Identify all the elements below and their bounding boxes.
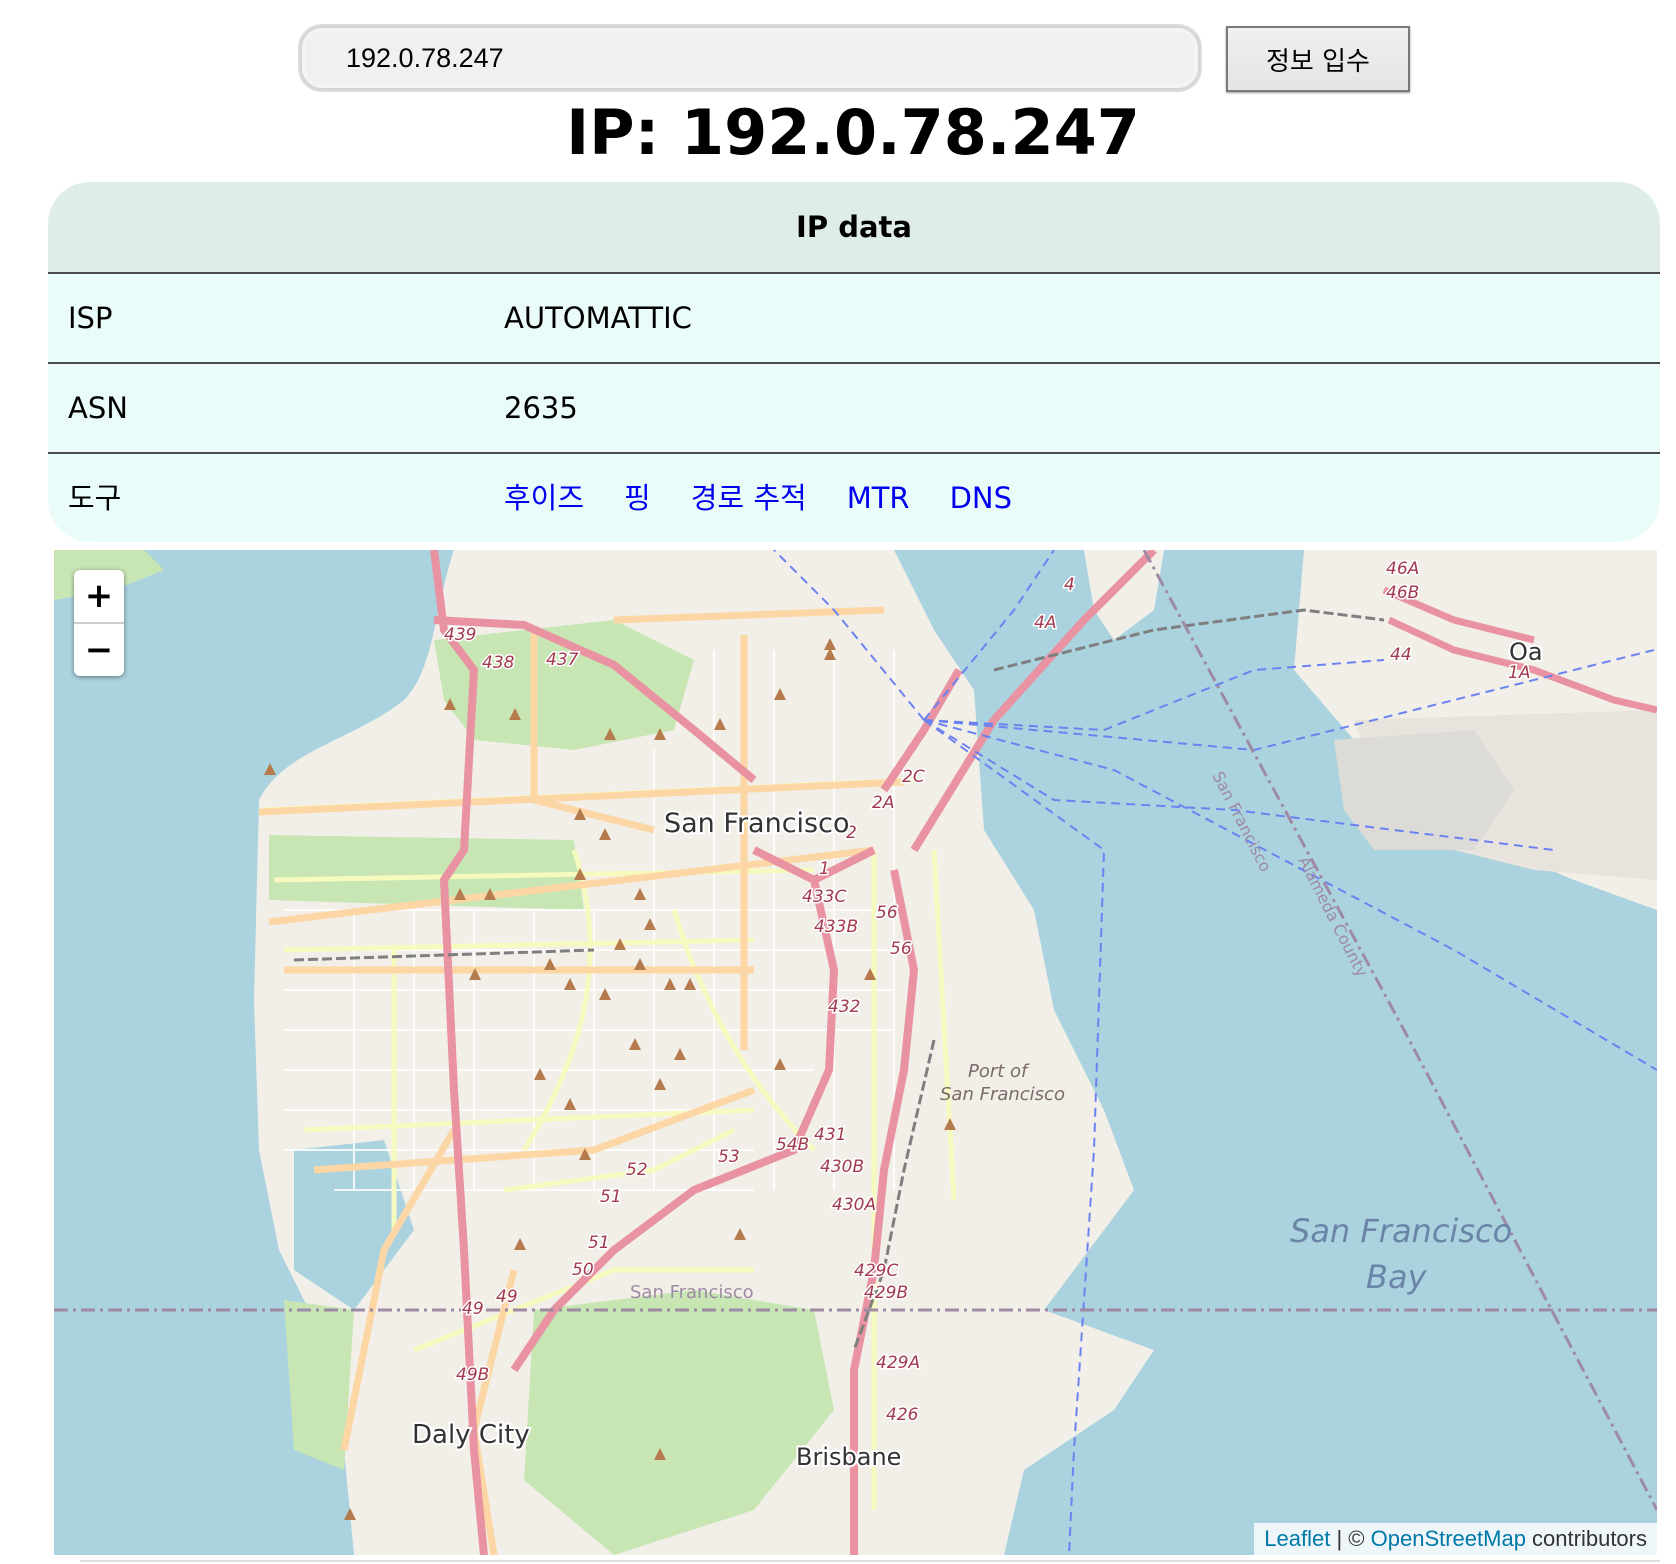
exit-label: 1A (1508, 663, 1530, 683)
exit-label: 56 (876, 903, 898, 923)
table-row-tools: 도구 후이즈 핑 경로 추적 MTR DNS (48, 454, 1660, 542)
exit-label: 2A (872, 793, 894, 813)
ip-search-input[interactable] (300, 26, 1200, 90)
exit-label: 429A (876, 1353, 920, 1373)
exit-label: 4 (1064, 575, 1075, 595)
label-port-1: Port of (968, 1061, 1030, 1082)
table-row-isp: ISP AUTOMATTIC (48, 274, 1660, 364)
dns-link[interactable]: DNS (950, 481, 1012, 515)
row-value: 2635 (504, 391, 578, 425)
tool-links: 후이즈 핑 경로 추적 MTR DNS (504, 454, 1052, 542)
treasure-island (1084, 550, 1164, 640)
page-title: IP: 192.0.78.247 (566, 96, 1140, 169)
exit-label: 431 (814, 1125, 846, 1145)
exit-label: 50 (572, 1260, 594, 1280)
label-oakland: Oa (1509, 638, 1543, 666)
exit-label: 433B (814, 917, 858, 937)
exit-label: 51 (600, 1187, 622, 1207)
ping-link[interactable]: 핑 (624, 481, 651, 515)
exit-label: 54B (776, 1135, 809, 1155)
whois-link[interactable]: 후이즈 (504, 481, 584, 515)
row-value: AUTOMATTIC (504, 301, 692, 335)
row-key: ISP (68, 301, 113, 335)
golden-gate-park (269, 835, 584, 910)
map[interactable]: 439 438 437 2C 2A 2 1 433C 433B 56 56 432 431 430B 430… (54, 550, 1657, 1555)
exit-label: 46B (1386, 583, 1419, 603)
search-bar: 정보 입수 (0, 0, 1676, 96)
map-tiles[interactable]: 439438 4372C2A21433C433B5656432431430B430… (54, 550, 1657, 1555)
attribution-suffix: contributors (1525, 1526, 1647, 1551)
label-daly-city: Daly City (412, 1420, 530, 1450)
exit-label: 437 (546, 650, 579, 670)
exit-label: 432 (828, 997, 860, 1017)
exit-label: 49 (462, 1299, 484, 1319)
exit-label: 1 (819, 859, 830, 879)
exit-label: 44 (1390, 645, 1412, 665)
zoom-control: + − (74, 570, 124, 676)
exit-label: 4A (1034, 613, 1056, 633)
bottom-divider (80, 1560, 1660, 1562)
exit-label: 49 (496, 1287, 518, 1307)
label-brisbane: Brisbane (796, 1443, 901, 1471)
leaflet-link[interactable]: Leaflet (1264, 1526, 1330, 1551)
exit-label: 426 (886, 1405, 919, 1425)
label-san-francisco: San Francisco (664, 808, 849, 839)
osm-link[interactable]: OpenStreetMap (1371, 1526, 1526, 1551)
table-row-asn: ASN 2635 (48, 364, 1660, 454)
row-key: ASN (68, 391, 128, 425)
exit-label: 49B (456, 1365, 489, 1385)
zoom-in-button[interactable]: + (74, 570, 124, 624)
get-info-button[interactable]: 정보 입수 (1226, 26, 1410, 92)
exit-label: 52 (626, 1160, 648, 1180)
exit-label: 439 (444, 625, 476, 645)
traceroute-link[interactable]: 경로 추적 (691, 481, 807, 515)
exit-label: 53 (718, 1147, 740, 1167)
exit-label: 51 (588, 1233, 610, 1253)
exit-label: 56 (890, 939, 912, 959)
exit-label: 429B (864, 1283, 908, 1303)
label-sf-bay-1: San Francisco (1290, 1212, 1512, 1250)
exit-label: 46A (1386, 559, 1419, 579)
exit-label: 433C (802, 887, 846, 907)
label-sf-bay-2: Bay (1366, 1258, 1428, 1296)
label-county-sf: San Francisco (1208, 768, 1275, 875)
row-key: 도구 (68, 481, 122, 515)
ip-data-table: IP data ISP AUTOMATTIC ASN 2635 도구 후이즈 핑 경… (48, 182, 1660, 542)
exit-label: 2C (902, 767, 925, 787)
ip-data-header: IP data (48, 182, 1660, 274)
label-county-alameda: Alameda County (1294, 853, 1371, 980)
exit-label: 430A (832, 1195, 876, 1215)
label-sf-boundary: San Francisco (630, 1282, 754, 1303)
map-attribution: Leaflet | © OpenStreetMap contributors (1254, 1523, 1657, 1555)
attribution-separator: | © (1330, 1526, 1371, 1551)
exit-label: 438 (482, 653, 515, 673)
exit-label: 429C (854, 1261, 898, 1281)
mtr-link[interactable]: MTR (847, 481, 910, 515)
label-port-2: San Francisco (940, 1084, 1065, 1105)
exit-label: 430B (820, 1157, 864, 1177)
zoom-out-button[interactable]: − (74, 624, 124, 676)
